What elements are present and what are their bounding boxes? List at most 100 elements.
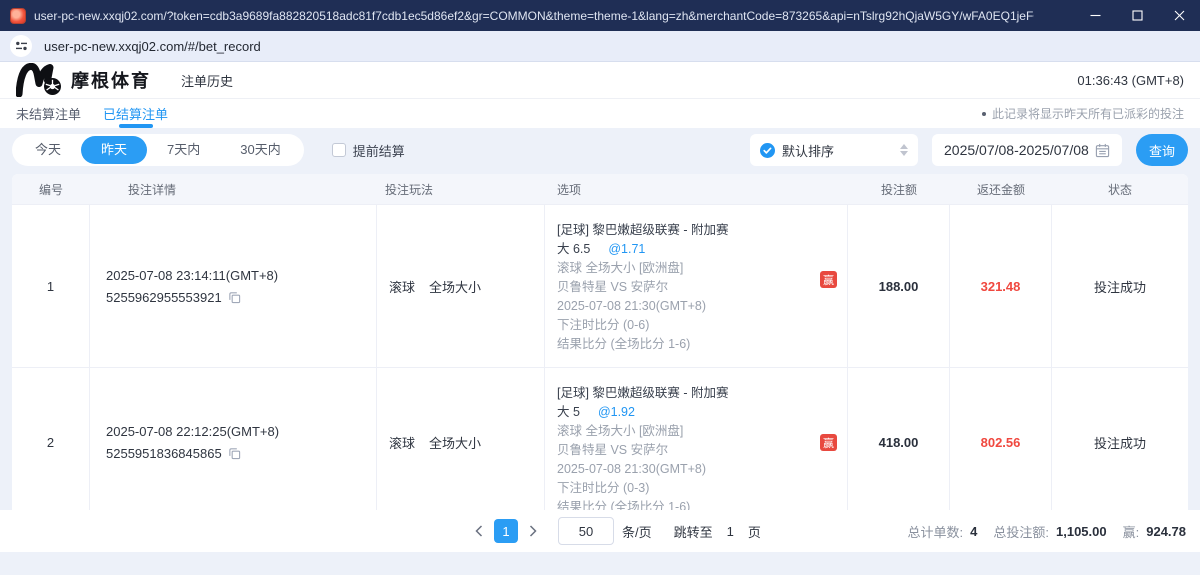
option-pick: 大 5 xyxy=(557,403,580,422)
total-win-value: 924.78 xyxy=(1146,524,1186,539)
minimize-icon xyxy=(1090,10,1101,21)
col-header-detail: 投注详情 xyxy=(90,181,377,198)
option-league: [足球] 黎巴嫩超级联赛 - 附加赛 xyxy=(557,221,847,240)
option-result-score: 结果比分 (全场比分 1-6) xyxy=(557,335,847,354)
early-settle-checkbox[interactable] xyxy=(332,143,346,157)
page-number-button[interactable]: 1 xyxy=(494,519,518,543)
cell-payout: 802.56 xyxy=(950,368,1052,510)
cell-option: [足球] 黎巴嫩超级联赛 - 附加赛 大 5 @1.92 滚球 全场大小 [欧洲… xyxy=(545,368,848,510)
jump-label: 跳转至 xyxy=(674,522,713,541)
maximize-icon xyxy=(1132,10,1143,21)
tab-unsettled[interactable]: 未结算注单 xyxy=(16,99,81,128)
cell-detail: 2025-07-08 22:12:25(GMT+8) 5255951836845… xyxy=(90,368,377,510)
range-30days[interactable]: 30天内 xyxy=(220,136,300,164)
chevron-left-icon xyxy=(475,525,483,537)
cell-payout: 321.48 xyxy=(950,205,1052,367)
col-header-payout: 返还金额 xyxy=(950,181,1052,198)
table-header-row: 编号 投注详情 投注玩法 选项 投注额 返还金额 状态 xyxy=(12,174,1188,204)
table-row: 2 2025-07-08 22:12:25(GMT+8) 52559518368… xyxy=(12,367,1188,510)
calendar-icon xyxy=(1095,143,1110,158)
browser-titlebar: user-pc-new.xxqj02.com/?token=cdb3a9689f… xyxy=(0,0,1200,31)
early-settle-label: 提前结算 xyxy=(353,141,405,160)
page-title: 注单历史 xyxy=(181,71,233,90)
sort-select[interactable]: 默认排序 xyxy=(750,134,918,166)
table-row: 1 2025-07-08 23:14:11(GMT+8) 52559629555… xyxy=(12,204,1188,367)
option-match: 贝鲁特星 VS 安萨尔 xyxy=(557,441,847,460)
notice-text: 此记录将显示昨天所有已派彩的投注 xyxy=(992,105,1184,122)
bet-time: 2025-07-08 23:14:11(GMT+8) xyxy=(106,268,376,283)
option-bet-score: 下注时比分 (0-3) xyxy=(557,479,847,498)
total-win-label: 赢: xyxy=(1123,522,1140,541)
cell-play: 滚球 全场大小 xyxy=(377,205,545,367)
site-info-icon[interactable] xyxy=(10,35,32,57)
total-count-value: 4 xyxy=(970,524,977,539)
range-7days[interactable]: 7天内 xyxy=(147,136,220,164)
option-match-time: 2025-07-08 21:30(GMT+8) xyxy=(557,297,847,316)
option-result-score: 结果比分 (全场比分 1-6) xyxy=(557,498,847,510)
notice-bullet-icon xyxy=(982,112,986,116)
cell-number: 2 xyxy=(12,368,90,510)
check-circle-icon xyxy=(760,143,775,158)
app-header: 摩根体育 注单历史 01:36:43 (GMT+8) xyxy=(0,62,1200,98)
cell-stake: 188.00 xyxy=(848,205,950,367)
tab-settled[interactable]: 已结算注单 xyxy=(103,99,168,128)
early-settle: 提前结算 xyxy=(332,141,405,160)
win-badge: 赢 xyxy=(820,434,837,451)
date-range-group: 今天 昨天 7天内 30天内 xyxy=(12,134,304,166)
range-today[interactable]: 今天 xyxy=(15,136,81,164)
option-league: [足球] 黎巴嫩超级联赛 - 附加赛 xyxy=(557,384,847,403)
filter-row: 今天 昨天 7天内 30天内 提前结算 默认排序 2025/07/08-2025… xyxy=(12,134,1188,166)
address-url[interactable]: user-pc-new.xxqj02.com/#/bet_record xyxy=(44,39,261,54)
close-button[interactable] xyxy=(1158,0,1200,31)
copy-icon[interactable] xyxy=(228,291,241,304)
jump-page-input[interactable]: 1 xyxy=(727,524,734,539)
option-market: 滚球 全场大小 [欧洲盘] xyxy=(557,259,847,278)
browser-addressbar[interactable]: user-pc-new.xxqj02.com/#/bet_record xyxy=(0,31,1200,62)
footer: 1 条/页 跳转至 1 页 总计单数: 4 总投注额: 1,105.00 赢: … xyxy=(0,510,1200,552)
page-unit-label: 页 xyxy=(748,522,761,541)
col-header-status: 状态 xyxy=(1052,181,1188,198)
option-bet-score: 下注时比分 (0-6) xyxy=(557,316,847,335)
range-yesterday[interactable]: 昨天 xyxy=(81,136,147,164)
total-count-label: 总计单数: xyxy=(908,522,964,541)
sort-caret-icon xyxy=(900,144,908,156)
pagination: 1 条/页 跳转至 1 页 xyxy=(468,510,761,552)
cell-play: 滚球 全场大小 xyxy=(377,368,545,510)
screen: user-pc-new.xxqj02.com/?token=cdb3a9689f… xyxy=(0,0,1200,575)
chevron-right-icon xyxy=(529,525,537,537)
col-header-play: 投注玩法 xyxy=(377,181,545,198)
filter-right-cluster: 默认排序 2025/07/08-2025/07/08 查询 xyxy=(750,134,1188,166)
option-match-time: 2025-07-08 21:30(GMT+8) xyxy=(557,460,847,479)
maximize-button[interactable] xyxy=(1116,0,1158,31)
search-button[interactable]: 查询 xyxy=(1136,134,1188,166)
next-page-button[interactable] xyxy=(522,520,544,542)
window-title: user-pc-new.xxqj02.com/?token=cdb3a9689f… xyxy=(34,9,1034,23)
cell-stake: 418.00 xyxy=(848,368,950,510)
notice: 此记录将显示昨天所有已派彩的投注 xyxy=(982,105,1184,122)
close-icon xyxy=(1174,10,1185,21)
bet-time: 2025-07-08 22:12:25(GMT+8) xyxy=(106,424,376,439)
order-id: 5255951836845865 xyxy=(106,446,222,461)
total-stake-value: 1,105.00 xyxy=(1056,524,1107,539)
win-badge: 赢 xyxy=(820,271,837,288)
date-range-input[interactable]: 2025/07/08-2025/07/08 xyxy=(932,134,1122,166)
site-favicon-icon xyxy=(10,8,26,24)
option-match: 贝鲁特星 VS 安萨尔 xyxy=(557,278,847,297)
date-range-value: 2025/07/08-2025/07/08 xyxy=(944,142,1089,158)
window-controls xyxy=(1074,0,1200,31)
per-page-label: 条/页 xyxy=(622,522,652,541)
tabbar: 未结算注单 已结算注单 此记录将显示昨天所有已派彩的投注 xyxy=(0,98,1200,128)
brand-logo-icon[interactable] xyxy=(16,63,62,97)
option-odds: @1.92 xyxy=(598,403,635,422)
col-header-stake: 投注额 xyxy=(848,181,950,198)
cell-status: 投注成功 xyxy=(1052,205,1188,367)
option-odds: @1.71 xyxy=(608,240,645,259)
prev-page-button[interactable] xyxy=(468,520,490,542)
brand-name: 摩根体育 xyxy=(71,67,151,93)
clock: 01:36:43 (GMT+8) xyxy=(1077,73,1184,88)
minimize-button[interactable] xyxy=(1074,0,1116,31)
copy-icon[interactable] xyxy=(228,447,241,460)
page-size-input[interactable] xyxy=(558,517,614,545)
cell-status: 投注成功 xyxy=(1052,368,1188,510)
cell-detail: 2025-07-08 23:14:11(GMT+8) 5255962955553… xyxy=(90,205,377,367)
